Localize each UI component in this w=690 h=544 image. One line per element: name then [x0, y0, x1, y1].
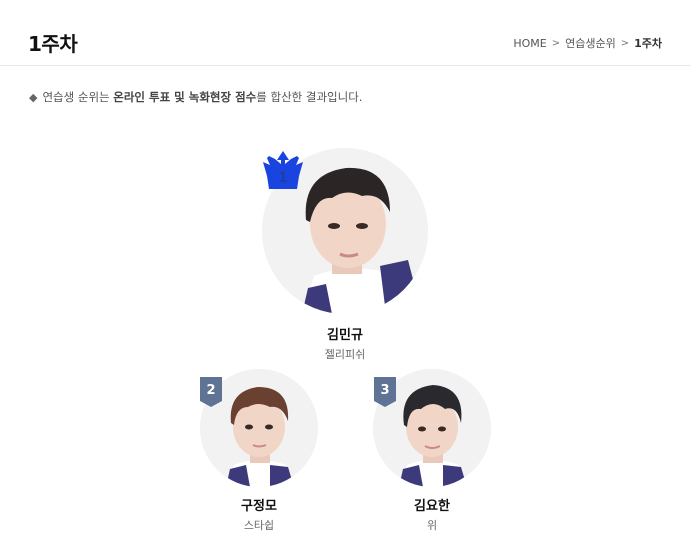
rank-number: 1 — [278, 170, 288, 186]
breadcrumb: HOME > 연습생순위 > 1주차 — [513, 35, 662, 51]
rank-number: 2 — [206, 383, 216, 398]
trainee-agency: 젤리피쉬 — [324, 348, 366, 361]
notice-text-1: 연습생 순위는 — [42, 90, 110, 104]
page-header: 1주차 HOME > 연습생순위 > 1주차 — [0, 0, 690, 66]
chevron-right-icon: > — [551, 37, 561, 49]
trainee-name: 구정모 — [241, 499, 277, 514]
breadcrumb-current: 1주차 — [634, 37, 662, 50]
trainee-agency: 스타쉽 — [243, 519, 275, 532]
trainee-name: 김요한 — [414, 499, 450, 514]
notice-text-2: 를 합산한 결과입니다. — [256, 90, 363, 104]
rank-number: 3 — [380, 383, 390, 398]
trainee-name: 김민규 — [327, 328, 363, 343]
trainee-agency: 위 — [426, 519, 438, 532]
chevron-right-icon: > — [620, 37, 630, 49]
notice-bold-text: 온라인 투표 및 녹화현장 점수 — [113, 90, 257, 104]
diamond-bullet-icon: ◆ — [29, 90, 38, 104]
ranking-notice: ◆ 연습생 순위는 온라인 투표 및 녹화현장 점수 를 합산한 결과입니다. — [29, 89, 362, 105]
breadcrumb-home-link[interactable]: HOME — [513, 37, 546, 50]
breadcrumb-section-link[interactable]: 연습생순위 — [565, 35, 616, 51]
page-title: 1주차 — [28, 32, 78, 56]
